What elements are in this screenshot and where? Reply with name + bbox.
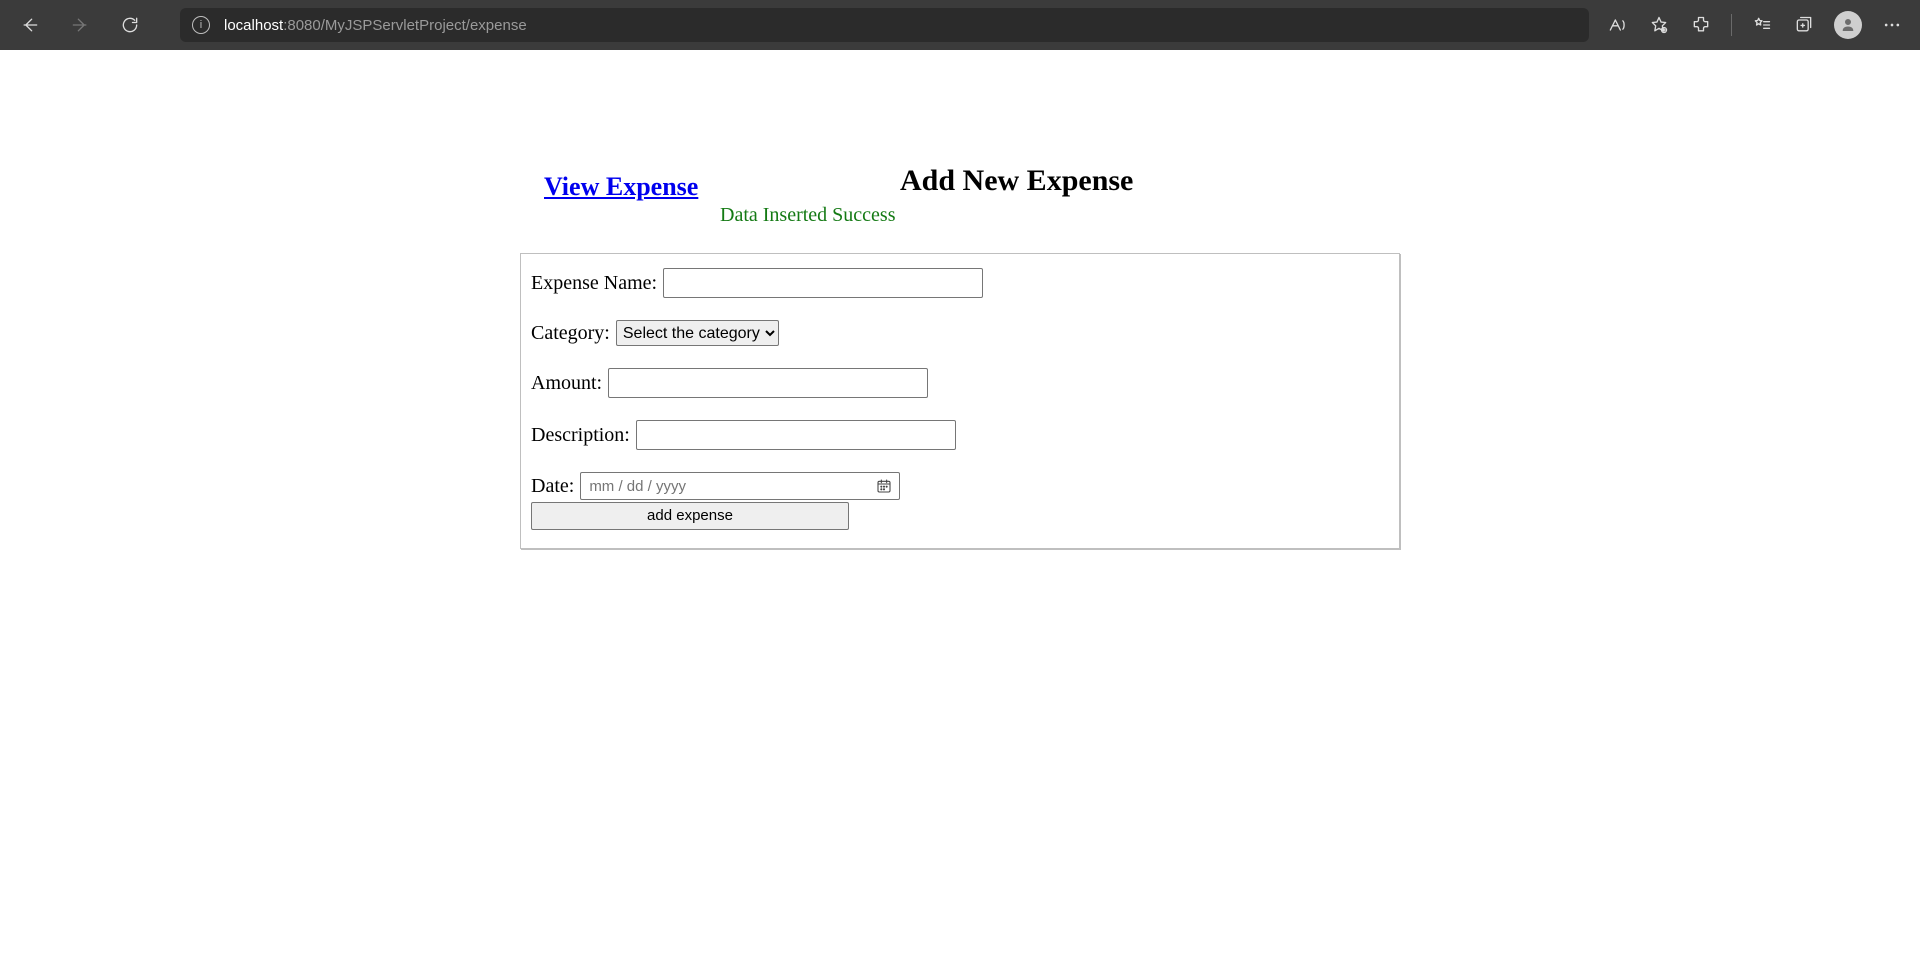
page-title: Add New Expense bbox=[900, 164, 1133, 198]
page-body: Add New Expense View Expense Data Insert… bbox=[0, 50, 1920, 557]
view-expense-link[interactable]: View Expense bbox=[544, 172, 698, 202]
site-info-icon[interactable]: i bbox=[192, 16, 210, 34]
refresh-button[interactable] bbox=[110, 5, 150, 45]
toolbar-divider bbox=[1731, 14, 1732, 36]
date-label: Date: bbox=[531, 475, 574, 498]
favorite-button[interactable] bbox=[1647, 13, 1671, 37]
row-amount: Amount: bbox=[531, 368, 1389, 398]
expense-name-label: Expense Name: bbox=[531, 272, 657, 295]
description-input[interactable] bbox=[636, 420, 956, 450]
heading-area: Add New Expense View Expense Data Insert… bbox=[520, 72, 1400, 227]
extensions-button[interactable] bbox=[1689, 13, 1713, 37]
category-select[interactable]: Select the category bbox=[616, 320, 779, 346]
row-date: Date: bbox=[531, 472, 1389, 500]
toolbar-right bbox=[1605, 11, 1904, 39]
forward-button[interactable] bbox=[60, 5, 100, 45]
read-aloud-button[interactable] bbox=[1605, 13, 1629, 37]
address-bar[interactable]: i localhost:8080/MyJSPServletProject/exp… bbox=[180, 8, 1589, 42]
arrow-left-icon bbox=[20, 15, 40, 35]
read-aloud-icon bbox=[1607, 15, 1627, 35]
calendar-icon[interactable] bbox=[876, 478, 892, 494]
description-label: Description: bbox=[531, 424, 630, 447]
row-category: Category: Select the category bbox=[531, 320, 1389, 346]
row-expense-name: Expense Name: bbox=[531, 268, 1389, 298]
ellipsis-icon bbox=[1882, 15, 1902, 35]
expense-name-input[interactable] bbox=[663, 268, 983, 298]
amount-input[interactable] bbox=[608, 368, 928, 398]
favorites-list-button[interactable] bbox=[1750, 13, 1774, 37]
date-input[interactable] bbox=[580, 472, 900, 500]
arrow-right-icon bbox=[70, 15, 90, 35]
star-list-icon bbox=[1752, 15, 1772, 35]
back-button[interactable] bbox=[10, 5, 50, 45]
collections-button[interactable] bbox=[1792, 13, 1816, 37]
person-icon bbox=[1839, 16, 1857, 34]
profile-button[interactable] bbox=[1834, 11, 1862, 39]
collections-icon bbox=[1794, 15, 1814, 35]
browser-toolbar: i localhost:8080/MyJSPServletProject/exp… bbox=[0, 0, 1920, 50]
expense-form: Expense Name: Category: Select the categ… bbox=[520, 253, 1400, 549]
more-button[interactable] bbox=[1880, 13, 1904, 37]
status-message: Data Inserted Success bbox=[720, 204, 1400, 227]
row-description: Description: bbox=[531, 420, 1389, 450]
puzzle-icon bbox=[1691, 15, 1711, 35]
amount-label: Amount: bbox=[531, 372, 602, 395]
url-text: localhost:8080/MyJSPServletProject/expen… bbox=[224, 17, 527, 34]
refresh-icon bbox=[120, 15, 140, 35]
star-add-icon bbox=[1649, 15, 1669, 35]
category-label: Category: bbox=[531, 322, 610, 345]
add-expense-button[interactable]: add expense bbox=[531, 502, 849, 530]
